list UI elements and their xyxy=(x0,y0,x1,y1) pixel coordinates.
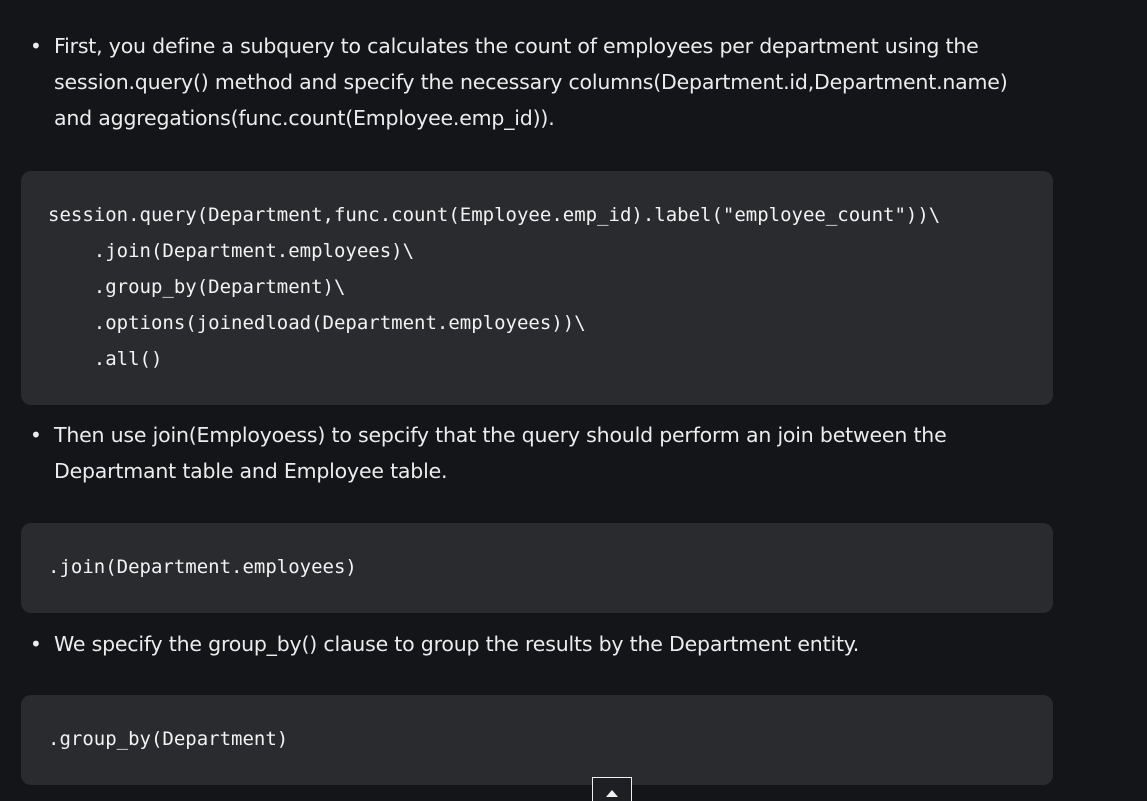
code-block: .group_by(Department) xyxy=(21,695,1053,785)
list-item-text: First, you define a subquery to calculat… xyxy=(54,34,1014,130)
list-item: • Then use join(Employoess) to sepcify t… xyxy=(30,417,1050,489)
code-line: .group_by(Department) xyxy=(48,728,289,750)
list-item-text: We specify the group_by() clause to grou… xyxy=(54,632,860,656)
scroll-to-top-button[interactable] xyxy=(592,777,632,801)
code-line: .options(joinedload(Department.employees… xyxy=(48,312,586,334)
code-line: .join(Department.employees) xyxy=(48,556,357,578)
code-block: session.query(Department,func.count(Empl… xyxy=(21,171,1053,405)
code-line: session.query(Department,func.count(Empl… xyxy=(48,204,941,226)
list-item: • First, you define a subquery to calcul… xyxy=(30,28,1050,136)
code-line: .group_by(Department)\ xyxy=(48,276,346,298)
bullet-dot-icon: • xyxy=(30,34,42,58)
list-item-text: Then use join(Employoess) to sepcify tha… xyxy=(54,423,953,483)
code-block: .join(Department.employees) xyxy=(21,523,1053,613)
list-item: • We specify the group_by() clause to gr… xyxy=(30,626,1050,662)
code-line: .join(Department.employees)\ xyxy=(48,240,415,262)
bullet-dot-icon: • xyxy=(30,632,42,656)
chevron-up-icon xyxy=(606,790,618,797)
bullet-dot-icon: • xyxy=(30,423,42,447)
code-line: .all() xyxy=(48,348,163,370)
